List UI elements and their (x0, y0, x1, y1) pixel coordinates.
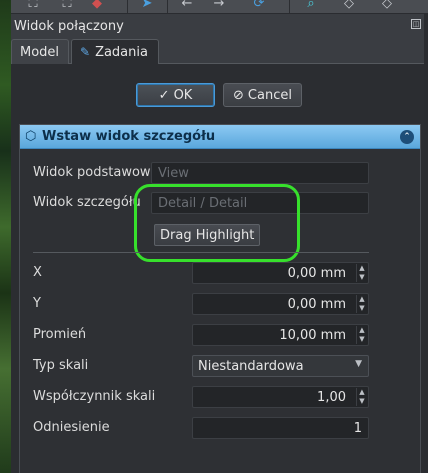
material-icon[interactable]: ◆ (89, 0, 105, 11)
reference-input[interactable]: 1 (192, 417, 369, 439)
x-value: 0,00 mm (287, 266, 346, 281)
zoom-icon[interactable]: ⌕ (303, 0, 319, 11)
panel-title: Wstaw widok szczegółu (42, 129, 216, 144)
radius-value: 10,00 mm (279, 328, 346, 343)
back-icon[interactable]: ← (179, 0, 195, 11)
annotation-highlight (134, 184, 300, 262)
scale-factor-label: Współczynnik skali (33, 389, 156, 404)
tab-zadania[interactable]: ✎ Zadania (71, 39, 159, 65)
collapse-icon[interactable]: ⌃ (400, 130, 414, 144)
y-label: Y (33, 296, 41, 311)
tab-model-label: Model (20, 45, 60, 60)
base-view-label: Widok podstawowy (33, 165, 159, 180)
panel-titlebar: Widok połączony ◫ (11, 14, 424, 38)
scale-factor-input[interactable]: 1,00 ▲ ▼ (192, 386, 369, 408)
radius-spinner-icon[interactable]: ▲ ▼ (356, 326, 367, 344)
radius-input[interactable]: 10,00 mm ▲ ▼ (192, 324, 369, 346)
task-panel: ✓ OK ⊘ Cancel ⬡ Wstaw widok szczegółu ⌃ Wi… (11, 64, 424, 473)
toolbar: ⛶ ⛶ ◆ ➤ ← → ⟳ ⌕ ◇ ◇ (11, 0, 428, 14)
window-title: Widok połączony (14, 19, 124, 34)
tab-model[interactable]: Model (11, 39, 69, 64)
x-spinner-icon[interactable]: ▲ ▼ (356, 264, 367, 282)
panel-header: ⬡ Wstaw widok szczegółu ⌃ (20, 125, 420, 149)
scale-type-select[interactable]: Niestandardowa ▼ (192, 355, 369, 377)
window-edge (424, 0, 428, 473)
scale-factor-value: 1,00 (317, 390, 346, 405)
forward-icon[interactable]: → (211, 0, 227, 11)
cancel-label: Cancel (247, 87, 292, 103)
divider (33, 252, 369, 253)
y-value: 0,00 mm (287, 297, 346, 312)
cancel-icon: ⊘ (233, 87, 244, 103)
reference-label: Odniesienie (33, 420, 110, 435)
cancel-button[interactable]: ⊘ Cancel (223, 83, 302, 107)
scale-type-label: Typ skali (33, 358, 89, 373)
y-input[interactable]: 0,00 mm ▲ ▼ (192, 293, 369, 315)
ok-button[interactable]: ✓ OK (136, 83, 215, 107)
check-icon: ✓ (158, 87, 170, 103)
chevron-down-icon: ▼ (355, 359, 362, 369)
select-box-icon[interactable]: ⛶ (25, 0, 41, 11)
ok-label: OK (173, 87, 193, 103)
view-iso-icon[interactable]: ◇ (379, 0, 395, 11)
scale-type-value: Niestandardowa (198, 359, 304, 374)
tab-bar: Model ✎ Zadania (11, 38, 424, 65)
base-view-field[interactable]: View (151, 162, 369, 184)
view-cube-icon[interactable]: ◇ (341, 0, 357, 11)
undock-icon[interactable]: ◫ (411, 19, 421, 29)
reference-value: 1 (353, 421, 362, 436)
scale-factor-spinner-icon[interactable]: ▲ ▼ (356, 388, 367, 406)
background-strip (0, 0, 11, 473)
pencil-icon: ✎ (80, 45, 91, 59)
tab-zadania-label: Zadania (95, 45, 148, 60)
cube-icon: ⬡ (25, 129, 37, 144)
refresh-icon[interactable]: ⟳ (251, 0, 267, 11)
x-input[interactable]: 0,00 mm ▲ ▼ (192, 262, 369, 284)
select-crossing-icon[interactable]: ⛶ (59, 0, 75, 11)
detail-view-label: Widok szczegółu (33, 195, 141, 210)
select-arrow-icon[interactable]: ➤ (139, 0, 155, 11)
y-spinner-icon[interactable]: ▲ ▼ (356, 295, 367, 313)
radius-label: Promień (33, 327, 87, 342)
x-label: X (33, 265, 42, 280)
detail-view-panel: ⬡ Wstaw widok szczegółu ⌃ Widok podstawo… (19, 124, 421, 473)
